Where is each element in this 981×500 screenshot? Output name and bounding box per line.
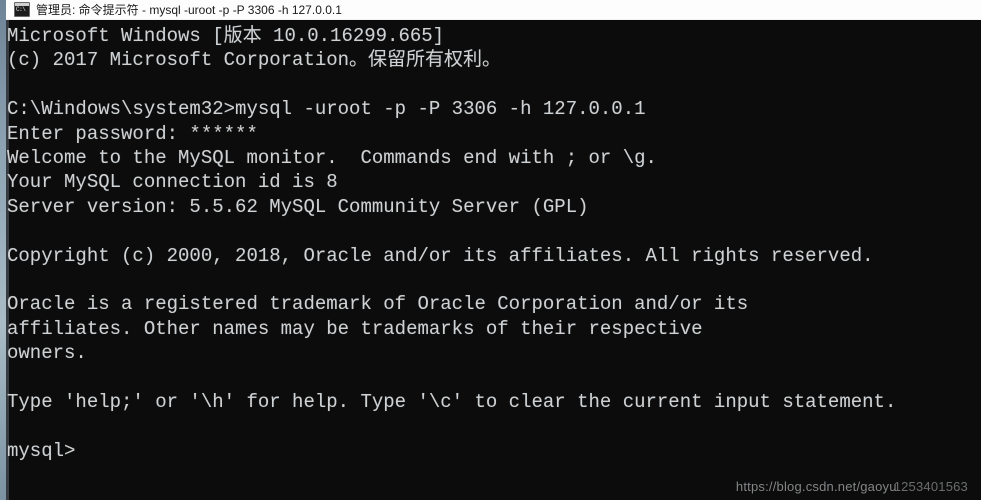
console-line: owners.	[7, 342, 87, 365]
cmd-icon	[14, 2, 30, 17]
console-line-blank	[7, 73, 979, 97]
console-line: Copyright (c) 2000, 2018, Oracle and/or …	[7, 244, 874, 267]
console-output-area[interactable]: Microsoft Windows [版本 10.0.16299.665] (c)…	[6, 20, 981, 500]
console-line: Your MySQL connection id is 8	[7, 171, 338, 194]
console-line-blank	[7, 365, 979, 389]
console-line-password-prompt: Enter password: ******	[7, 122, 258, 145]
console-line: affiliates. Other names may be trademark…	[7, 317, 703, 340]
console-line: (c) 2017 Microsoft Corporation。保留所有权利。	[7, 49, 502, 72]
console-line: Oracle is a registered trademark of Orac…	[7, 293, 749, 316]
window-title-bar[interactable]: 管理员: 命令提示符 - mysql -uroot -p -P 3306 -h …	[6, 0, 981, 20]
window-title-text: 管理员: 命令提示符 - mysql -uroot -p -P 3306 -h …	[36, 2, 342, 17]
watermark-url: https://blog.csdn.net/gaoyu	[735, 479, 897, 494]
mysql-prompt: mysql>	[7, 439, 76, 462]
console-line: Type 'help;' or '\h' for help. Type '\c'…	[7, 390, 897, 413]
console-line: Welcome to the MySQL monitor. Commands e…	[7, 146, 657, 169]
console-line-command: C:\Windows\system32>mysql -uroot -p -P 3…	[7, 98, 646, 121]
console-text: Microsoft Windows [版本 10.0.16299.665] (c)…	[7, 24, 979, 463]
command-prompt-window: 管理员: 命令提示符 - mysql -uroot -p -P 3306 -h …	[0, 0, 981, 500]
csdn-watermark: https://blog.csdn.net/gaoyu1253401563	[736, 479, 971, 494]
console-line: Microsoft Windows [版本 10.0.16299.665]	[7, 25, 445, 47]
console-line-blank	[7, 414, 979, 438]
watermark-id: 1253401563	[893, 479, 968, 494]
console-line-blank	[7, 268, 979, 292]
console-line: Server version: 5.5.62 MySQL Community S…	[7, 195, 589, 218]
console-line-blank	[7, 219, 979, 243]
